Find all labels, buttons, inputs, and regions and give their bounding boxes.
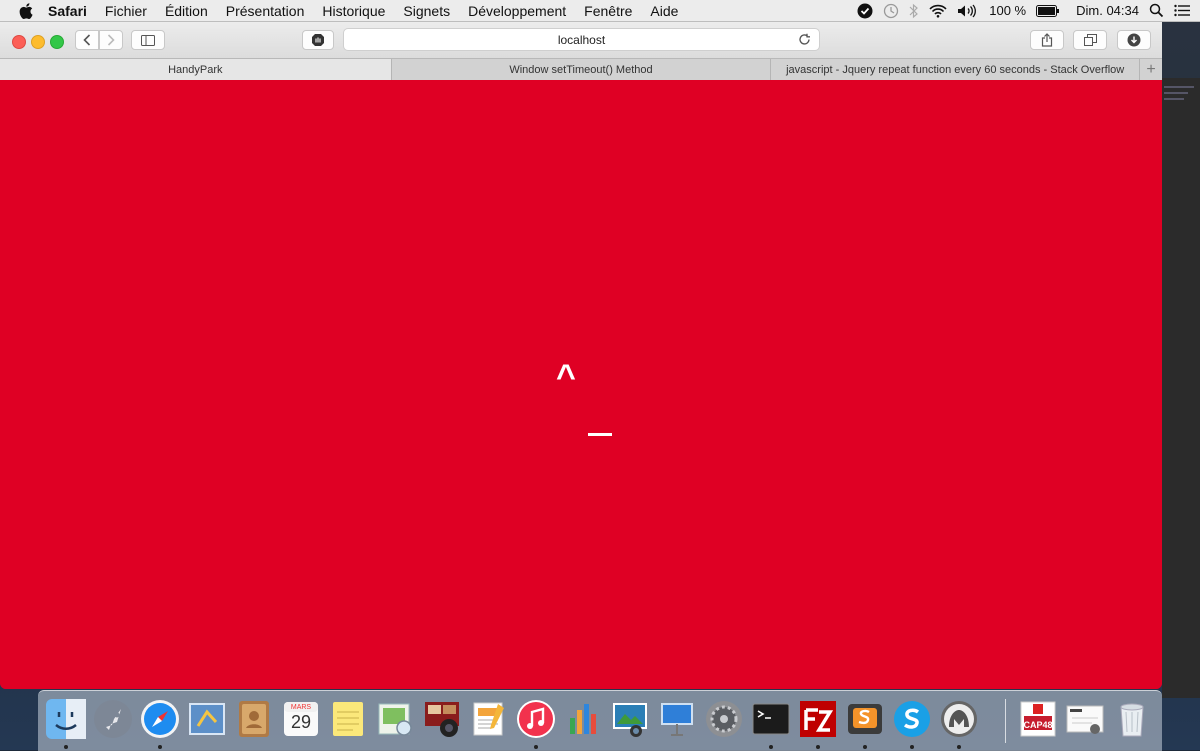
mamp-icon[interactable] [936,696,982,742]
clock[interactable]: Dim. 04:34 [1076,3,1139,18]
address-text: localhost [557,32,606,47]
background-editor-window [1162,78,1200,698]
sublime-text-icon[interactable] [842,696,888,742]
trash-icon[interactable] [1109,696,1155,742]
running-indicator [910,745,914,749]
menu-developpement[interactable]: Développement [468,3,566,19]
menu-aide[interactable]: Aide [650,3,678,19]
forward-button[interactable] [99,30,123,50]
mamp-pro-icon[interactable] [1062,696,1108,742]
chevron-right-icon [107,34,115,46]
iphoto-icon[interactable] [607,696,653,742]
page-content: ^ [0,80,1162,689]
browser-toolbar: localhost [0,22,1162,58]
close-window-button[interactable] [12,35,26,49]
wifi-icon[interactable] [929,4,947,18]
system-preferences-icon[interactable] [701,696,747,742]
status-area: 100 % Dim. 04:34 [857,0,1190,21]
tabs-overview-icon [1083,34,1097,46]
calendar-day: 29 [290,712,312,732]
caret-logo-mark: ^ [556,358,576,396]
tab-label: Window setTimeout() Method [509,63,653,76]
time-machine-icon[interactable] [883,3,899,19]
finder-icon[interactable] [43,696,89,742]
cursor-underscore-mark [588,433,612,436]
spotlight-search-icon[interactable] [1149,3,1164,18]
notes-icon[interactable] [325,696,371,742]
downloads-button[interactable] [1117,30,1151,50]
running-indicator [769,745,773,749]
running-indicator [64,745,68,749]
reload-icon[interactable] [798,33,811,46]
minimize-window-button[interactable] [31,35,45,49]
menu-app-safari[interactable]: Safari [48,3,87,19]
notification-center-icon[interactable] [1174,4,1190,17]
calendar-month: MARS [290,704,312,711]
menu-presentation[interactable]: Présentation [226,3,305,19]
menu-edition[interactable]: Édition [165,3,208,19]
running-indicator [957,745,961,749]
menu-signets[interactable]: Signets [403,3,450,19]
running-indicator [863,745,867,749]
new-tab-button[interactable]: + [1140,59,1162,80]
sidebar-toggle-button[interactable] [131,30,165,50]
tab-stackoverflow[interactable]: javascript - Jquery repeat function ever… [771,59,1141,80]
pages-icon[interactable] [466,696,512,742]
menu-bar: Safari Fichier Édition Présentation Hist… [0,0,1200,22]
zoom-window-button[interactable] [50,35,64,49]
menu-historique[interactable]: Historique [322,3,385,19]
preview-icon[interactable] [372,696,418,742]
show-all-tabs-button[interactable] [1073,30,1107,50]
tab-bar: HandyPark Window setTimeout() Method jav… [0,58,1162,81]
tab-settimeout-method[interactable]: Window setTimeout() Method [392,59,772,80]
bluetooth-icon[interactable] [909,3,919,19]
keynote-icon[interactable] [654,696,700,742]
battery-icon[interactable] [1036,4,1060,17]
photo-booth-icon[interactable] [419,696,465,742]
safari-icon[interactable] [137,696,183,742]
share-icon [1041,33,1053,47]
download-icon [1127,33,1141,47]
cap48-icon[interactable]: CAP48 [1015,696,1061,742]
checkmark-shield-icon[interactable] [857,3,873,19]
plus-icon: + [1146,60,1156,78]
dock: MARS 29 CAP48 [38,690,1162,751]
contacts-icon[interactable] [231,696,277,742]
itunes-icon[interactable] [513,696,559,742]
apple-menu-icon[interactable] [18,2,34,19]
menu-fenetre[interactable]: Fenêtre [584,3,632,19]
filezilla-icon[interactable] [795,696,841,742]
tab-label: javascript - Jquery repeat function ever… [786,63,1125,76]
skype-icon[interactable] [889,696,935,742]
tab-label: HandyPark [168,63,223,76]
cap48-label: CAP48 [1023,720,1053,730]
battery-percentage: 100 % [989,3,1027,18]
running-indicator [158,745,162,749]
stop-hand-icon [311,33,325,47]
share-button[interactable] [1030,30,1064,50]
calendar-icon[interactable]: MARS 29 [278,696,324,742]
menu-fichier[interactable]: Fichier [105,3,147,19]
launchpad-icon[interactable] [90,696,136,742]
tab-handypark[interactable]: HandyPark [0,59,392,80]
running-indicator [816,745,820,749]
terminal-icon[interactable] [748,696,794,742]
running-indicator [534,745,538,749]
address-bar[interactable]: localhost [343,28,820,51]
volume-icon[interactable] [957,4,979,18]
chevron-left-icon [83,34,91,46]
sidebar-icon [141,34,155,46]
dock-separator [1005,699,1006,743]
safari-window: localhost HandyPark Window setTimeout() [0,22,1162,689]
numbers-icon[interactable] [560,696,606,742]
mail-icon[interactable] [184,696,230,742]
adblock-button[interactable] [302,30,334,50]
back-button[interactable] [75,30,99,50]
